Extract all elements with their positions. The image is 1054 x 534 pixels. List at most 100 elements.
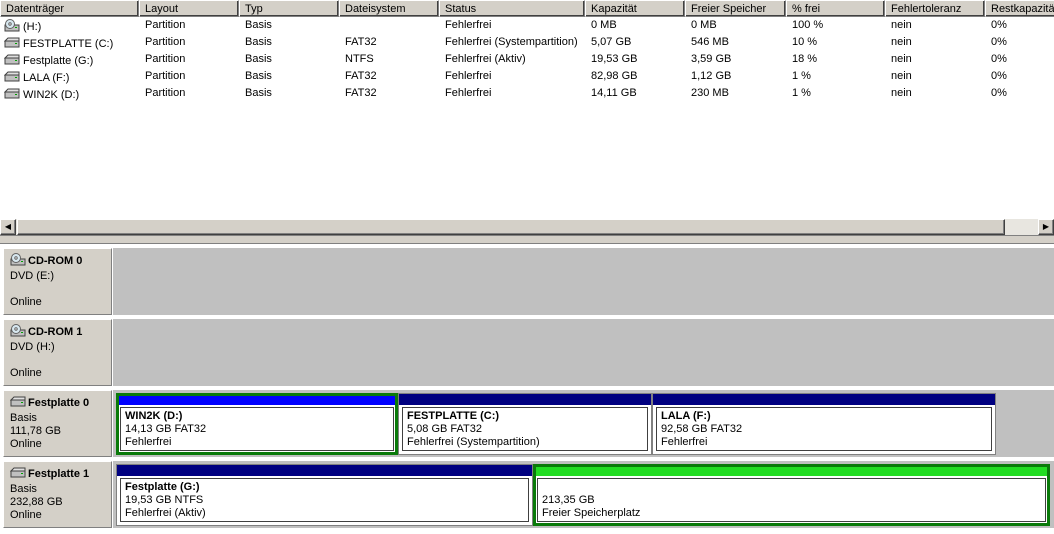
partition-name: WIN2K (D:) bbox=[125, 410, 183, 422]
disk-row-cd-rom-1: CD-ROM 1 DVD (H:) Online bbox=[3, 319, 1054, 386]
col-restkapazitaet-cell: 0% bbox=[991, 87, 1007, 99]
col-restkapazitaet-header[interactable]: Restkapazität bbox=[985, 0, 1054, 17]
col-status-cell: Fehlerfrei bbox=[445, 19, 492, 31]
col-dateisystem-cell: FAT32 bbox=[345, 36, 377, 48]
col-datentraeger-cell: (H:) bbox=[0, 17, 139, 34]
table-row[interactable]: WIN2K (D:) Partition Basis FAT32 Fehlerfrei 1… bbox=[0, 85, 1040, 102]
partition-name: FESTPLATTE (C:) bbox=[407, 410, 500, 422]
col-fehlertoleranz-header[interactable]: Fehlertoleranz bbox=[885, 0, 985, 17]
table-row[interactable]: FESTPLATTE (C:) Partition Basis FAT32 Fehler… bbox=[0, 34, 1040, 51]
partition-block[interactable]: Festplatte (G:) 19,53 GB NTFS Fehlerfrei (… bbox=[116, 464, 533, 526]
disk-status: Online bbox=[10, 438, 42, 450]
col-freier-speicher-header[interactable]: Freier Speicher bbox=[685, 0, 786, 17]
col-kapazitaet-header[interactable]: Kapazität bbox=[585, 0, 685, 17]
disk-status: Online bbox=[10, 367, 42, 379]
hard-disk-icon bbox=[3, 87, 20, 103]
col-restkapazitaet-cell: 0% bbox=[991, 53, 1007, 65]
col-prozent-frei-cell: 100 % bbox=[792, 19, 824, 31]
partition-status: Fehlerfrei bbox=[125, 436, 172, 448]
col-fehlertoleranz-cell: nein bbox=[891, 70, 912, 82]
col-status-cell: Fehlerfrei (Systempartition) bbox=[445, 36, 578, 48]
col-dateisystem-cell: FAT32 bbox=[345, 70, 377, 82]
col-prozent-frei-header[interactable]: % frei bbox=[786, 0, 885, 17]
disk-label[interactable]: Festplatte 1 Basis 232,88 GB Online bbox=[3, 461, 112, 528]
pane-splitter[interactable] bbox=[0, 236, 1054, 244]
partition-block[interactable]: LALA (F:) 92,58 GB FAT32 Fehlerfrei bbox=[652, 393, 996, 455]
cd-drive-icon bbox=[10, 253, 26, 270]
col-prozent-frei-cell: 1 % bbox=[792, 87, 811, 99]
disk-line-1: Basis bbox=[10, 483, 37, 495]
col-freier-speicher-cell: 230 MB bbox=[691, 87, 729, 99]
col-typ-cell: Basis bbox=[245, 36, 272, 48]
partition-type-bar bbox=[119, 396, 395, 405]
col-dateisystem-cell bbox=[345, 17, 439, 34]
col-datentraeger-header[interactable]: Datenträger bbox=[0, 0, 139, 17]
col-prozent-frei-cell: 10 % bbox=[792, 36, 818, 48]
partition-size: 19,53 GB NTFS bbox=[125, 494, 204, 506]
volume-name: WIN2K (D:) bbox=[23, 88, 80, 101]
col-fehlertoleranz-cell: nein bbox=[891, 87, 912, 99]
disk-line-2: 111,78 GB bbox=[10, 425, 61, 437]
col-kapazitaet-cell: 0 MB bbox=[591, 19, 617, 31]
col-datentraeger-cell: WIN2K (D:) bbox=[0, 85, 139, 102]
partition-size: 92,58 GB FAT32 bbox=[661, 423, 743, 435]
col-layout-header[interactable]: Layout bbox=[139, 0, 239, 17]
disk-title: Festplatte 0 bbox=[9, 395, 111, 412]
scroll-left-button[interactable]: ◀ bbox=[0, 219, 16, 235]
disk-partition-area bbox=[113, 248, 1054, 315]
col-freier-speicher-cell: 1,12 GB bbox=[691, 70, 732, 82]
col-layout-cell: Partition bbox=[145, 36, 186, 48]
disk-line-2: 232,88 GB bbox=[10, 496, 63, 508]
partition-size: 213,35 GB bbox=[542, 494, 595, 506]
disk-row-cd-rom-0: CD-ROM 0 DVD (E:) Online bbox=[3, 248, 1054, 315]
col-dateisystem-header[interactable]: Dateisystem bbox=[339, 0, 439, 17]
volume-name: (H:) bbox=[23, 20, 42, 33]
scroll-right-button[interactable]: ▶ bbox=[1038, 219, 1054, 235]
col-dateisystem-cell: FAT32 bbox=[345, 87, 377, 99]
disk-partition-area bbox=[113, 319, 1054, 386]
unallocated-space[interactable]: 213,35 GB Freier Speicherplatz bbox=[533, 464, 1050, 526]
table-row[interactable]: LALA (F:) Partition Basis FAT32 Fehlerfrei 82… bbox=[0, 68, 1040, 85]
scroll-thumb[interactable] bbox=[17, 219, 1005, 235]
disk-name: Festplatte 0 bbox=[28, 397, 90, 409]
disk-label[interactable]: CD-ROM 1 DVD (H:) Online bbox=[3, 319, 112, 386]
disk-line-1: Basis bbox=[10, 412, 37, 424]
partition-block[interactable]: WIN2K (D:) 14,13 GB FAT32 Fehlerfrei bbox=[116, 393, 398, 455]
col-restkapazitaet-cell: 0% bbox=[991, 70, 1007, 82]
partition-status: Fehlerfrei (Systempartition) bbox=[407, 436, 540, 448]
col-prozent-frei-cell: 1 % bbox=[792, 70, 811, 82]
col-datentraeger-cell: Festplatte (G:) bbox=[0, 51, 139, 68]
disk-label[interactable]: CD-ROM 0 DVD (E:) Online bbox=[3, 248, 112, 315]
disk-graphical-view: CD-ROM 0 DVD (E:) Online CD-ROM 1 DVD (H:) On… bbox=[0, 244, 1054, 534]
partition-status: Freier Speicherplatz bbox=[542, 507, 641, 519]
disk-line-1: DVD (E:) bbox=[10, 270, 54, 282]
col-typ-cell: Basis bbox=[245, 53, 272, 65]
col-status-header[interactable]: Status bbox=[439, 0, 585, 17]
table-row[interactable]: Festplatte (G:) Partition Basis NTFS Fehlerf… bbox=[0, 51, 1040, 68]
table-row[interactable]: (H:) Partition Basis Fehlerfrei 0 MB 0 MB 100 … bbox=[0, 17, 1040, 34]
col-layout-cell: Partition bbox=[145, 70, 186, 82]
partition-size: 14,13 GB FAT32 bbox=[125, 423, 207, 435]
hard-disk-icon bbox=[3, 36, 20, 52]
volume-name: Festplatte (G:) bbox=[23, 54, 94, 67]
col-typ-cell: Basis bbox=[245, 19, 272, 31]
col-freier-speicher-cell: 0 MB bbox=[691, 19, 717, 31]
partition-size: 5,08 GB FAT32 bbox=[407, 423, 483, 435]
partition-block[interactable]: FESTPLATTE (C:) 5,08 GB FAT32 Fehlerfrei (… bbox=[398, 393, 652, 455]
disk-name: CD-ROM 1 bbox=[28, 326, 83, 338]
col-kapazitaet-cell: 5,07 GB bbox=[591, 36, 632, 48]
disk-status: Online bbox=[10, 509, 42, 521]
disk-label[interactable]: Festplatte 0 Basis 111,78 GB Online bbox=[3, 390, 112, 457]
col-status-cell: Fehlerfrei bbox=[445, 70, 492, 82]
disk-title: Festplatte 1 bbox=[9, 466, 111, 483]
col-kapazitaet-cell: 82,98 GB bbox=[591, 70, 638, 82]
disk-line-1: DVD (H:) bbox=[10, 341, 55, 353]
volume-name: FESTPLATTE (C:) bbox=[23, 37, 114, 50]
disk-row-festplatte-0: Festplatte 0 Basis 111,78 GB Online WIN2K (D… bbox=[3, 390, 1054, 457]
disk-partition-area: Festplatte (G:) 19,53 GB NTFS Fehlerfrei (… bbox=[113, 461, 1054, 528]
horizontal-scrollbar[interactable]: ◀ ▶ bbox=[0, 219, 1054, 235]
column-header-row: Datenträger Layout Typ Dateisystem Status Kap… bbox=[0, 0, 1054, 17]
partition-name: LALA (F:) bbox=[661, 410, 711, 422]
cd-drive-icon bbox=[10, 324, 26, 341]
col-typ-header[interactable]: Typ bbox=[239, 0, 339, 17]
